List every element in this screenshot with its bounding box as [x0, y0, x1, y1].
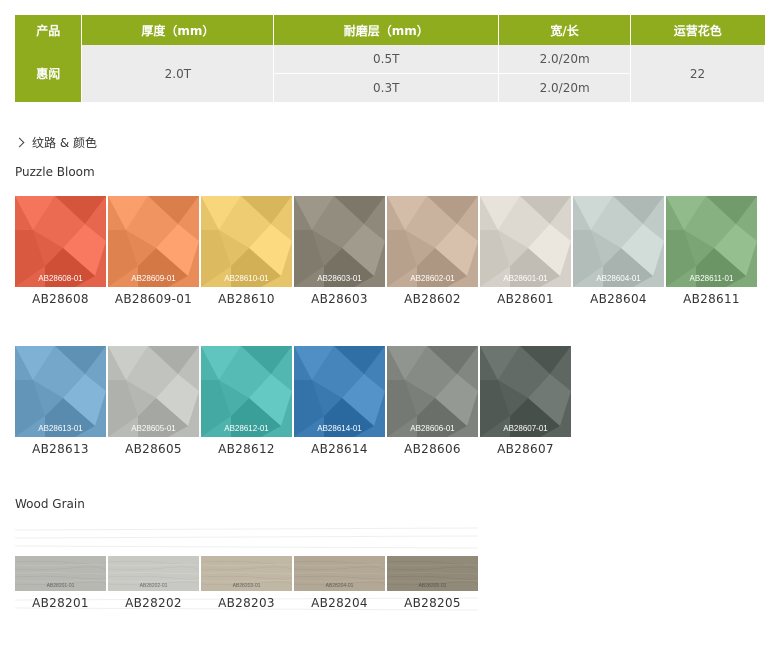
swatch-name: AB28605: [125, 442, 182, 456]
swatch-tile[interactable]: AB28607-01 AB28607: [480, 346, 571, 456]
header-width-length: 宽/长: [498, 15, 632, 45]
swatch-code-label: AB28607-01: [503, 424, 548, 433]
swatch-code-label: AB28605-01: [131, 424, 176, 433]
swatch-tile[interactable]: AB28604-01 AB28604: [573, 196, 664, 306]
swatch-name: AB28204: [311, 596, 368, 610]
swatch-tile[interactable]: AB28601-01 AB28601: [480, 196, 571, 306]
swatch-tile[interactable]: AB28202-01 AB28202: [108, 556, 199, 610]
swatch-tile[interactable]: AB28204-01 AB28204: [294, 556, 385, 610]
swatch-image[interactable]: AB28205-01: [387, 556, 478, 591]
swatch-name: AB28612: [218, 442, 275, 456]
swatch-image[interactable]: AB28609-01: [108, 196, 199, 287]
swatch-code-label: AB28604-01: [596, 274, 641, 283]
swatch-code-label: AB28603-01: [317, 274, 362, 283]
swatch-image[interactable]: AB28603-01: [294, 196, 385, 287]
group-title-puzzle-bloom: Puzzle Bloom: [15, 165, 95, 179]
swatch-tile[interactable]: AB28203-01 AB28203: [201, 556, 292, 610]
header-thickness: 厚度（mm）: [81, 15, 275, 45]
swatch-image[interactable]: AB28601-01: [480, 196, 571, 287]
swatch-name: AB28205: [404, 596, 461, 610]
swatch-code-label: AB28606-01: [410, 424, 455, 433]
swatch-image[interactable]: AB28604-01: [573, 196, 664, 287]
section-title: 纹路 & 颜色: [32, 136, 97, 150]
swatch-image[interactable]: AB28610-01: [201, 196, 292, 287]
swatch-tile[interactable]: AB28602-01 AB28602: [387, 196, 478, 306]
swatch-code-label: AB28204-01: [325, 583, 354, 589]
swatch-tile[interactable]: AB28614-01 AB28614: [294, 346, 385, 456]
swatch-code-label: AB28614-01: [317, 424, 362, 433]
header-colors: 运营花色: [630, 15, 765, 45]
swatch-name: AB28611: [683, 292, 740, 306]
swatch-name: AB28609-01: [114, 292, 193, 306]
swatch-code-label: AB28609-01: [131, 274, 176, 283]
swatch-name: AB28603: [311, 292, 368, 306]
swatch-name: AB28614: [311, 442, 368, 456]
swatch-code-label: AB28203-01: [232, 583, 261, 589]
spec-table: 产品 厚度（mm） 耐磨层（mm） 宽/长 运营花色 惠闳 2.0T 0.5T …: [15, 15, 765, 103]
swatch-name: AB28201: [32, 596, 89, 610]
swatch-code-label: AB28613-01: [38, 424, 83, 433]
section-pattern-color: 纹路 & 颜色: [14, 134, 97, 151]
swatch-image[interactable]: AB28605-01: [108, 346, 199, 437]
swatch-tile[interactable]: AB28611-01 AB28611: [666, 196, 757, 306]
swatch-tile[interactable]: AB28201-01 AB28201: [15, 556, 106, 610]
header-product: 产品: [15, 15, 83, 45]
chevron-right-icon: [14, 137, 25, 148]
swatch-image[interactable]: AB28204-01: [294, 556, 385, 591]
swatch-image[interactable]: AB28612-01: [201, 346, 292, 437]
spec-row: 惠闳 2.0T 0.5T 2.0/20m 22: [15, 45, 765, 103]
swatch-code-label: AB28611-01: [689, 274, 734, 283]
swatch-tile[interactable]: AB28605-01 AB28605: [108, 346, 199, 456]
swatch-name: AB28610: [218, 292, 275, 306]
swatch-code-label: AB28201-01: [46, 583, 75, 589]
wear-value: 0.3T: [273, 73, 500, 103]
swatch-code-label: AB28205-01: [418, 583, 447, 589]
swatch-image[interactable]: AB28201-01: [15, 556, 106, 591]
swatch-tile[interactable]: AB28608-01 AB28608: [15, 196, 106, 306]
spec-header-row: 产品 厚度（mm） 耐磨层（mm） 宽/长 运营花色: [15, 15, 765, 45]
swatch-image[interactable]: AB28611-01: [666, 196, 757, 287]
swatch-tile[interactable]: AB28612-01 AB28612: [201, 346, 292, 456]
swatch-code-label: AB28202-01: [139, 583, 168, 589]
swatch-name: AB28203: [218, 596, 275, 610]
swatch-image[interactable]: AB28607-01: [480, 346, 571, 437]
swatch-name: AB28202: [125, 596, 182, 610]
wear-value: 0.5T: [273, 45, 500, 74]
swatch-tile[interactable]: AB28610-01 AB28610: [201, 196, 292, 306]
swatch-image[interactable]: AB28608-01: [15, 196, 106, 287]
swatch-name: AB28601: [497, 292, 554, 306]
swatch-tile[interactable]: AB28603-01 AB28603: [294, 196, 385, 306]
swatch-name: AB28604: [590, 292, 647, 306]
product-name: 惠闳: [15, 45, 83, 103]
swatch-code-label: AB28610-01: [224, 274, 269, 283]
swatch-image[interactable]: AB28602-01: [387, 196, 478, 287]
header-wear-layer: 耐磨层（mm）: [273, 15, 500, 45]
swatch-name: AB28613: [32, 442, 89, 456]
swatch-image[interactable]: AB28606-01: [387, 346, 478, 437]
thickness-value: 2.0T: [81, 45, 275, 103]
swatch-code-label: AB28608-01: [38, 274, 83, 283]
swatch-name: AB28607: [497, 442, 554, 456]
swatch-tile[interactable]: AB28205-01 AB28205: [387, 556, 478, 610]
swatch-image[interactable]: AB28203-01: [201, 556, 292, 591]
size-value: 2.0/20m: [498, 73, 632, 103]
group-title-wood-grain: Wood Grain: [15, 497, 85, 511]
swatch-image[interactable]: AB28202-01: [108, 556, 199, 591]
swatch-image[interactable]: AB28613-01: [15, 346, 106, 437]
colors-count: 22: [630, 45, 765, 103]
swatch-code-label: AB28601-01: [503, 274, 548, 283]
swatch-name: AB28602: [404, 292, 461, 306]
swatch-image[interactable]: AB28614-01: [294, 346, 385, 437]
swatch-name: AB28606: [404, 442, 461, 456]
swatch-code-label: AB28602-01: [410, 274, 455, 283]
swatch-code-label: AB28612-01: [224, 424, 269, 433]
swatch-tile[interactable]: AB28606-01 AB28606: [387, 346, 478, 456]
swatch-tile[interactable]: AB28609-01 AB28609-01: [108, 196, 199, 306]
size-value: 2.0/20m: [498, 45, 632, 74]
swatch-name: AB28608: [32, 292, 89, 306]
swatch-tile[interactable]: AB28613-01 AB28613: [15, 346, 106, 456]
